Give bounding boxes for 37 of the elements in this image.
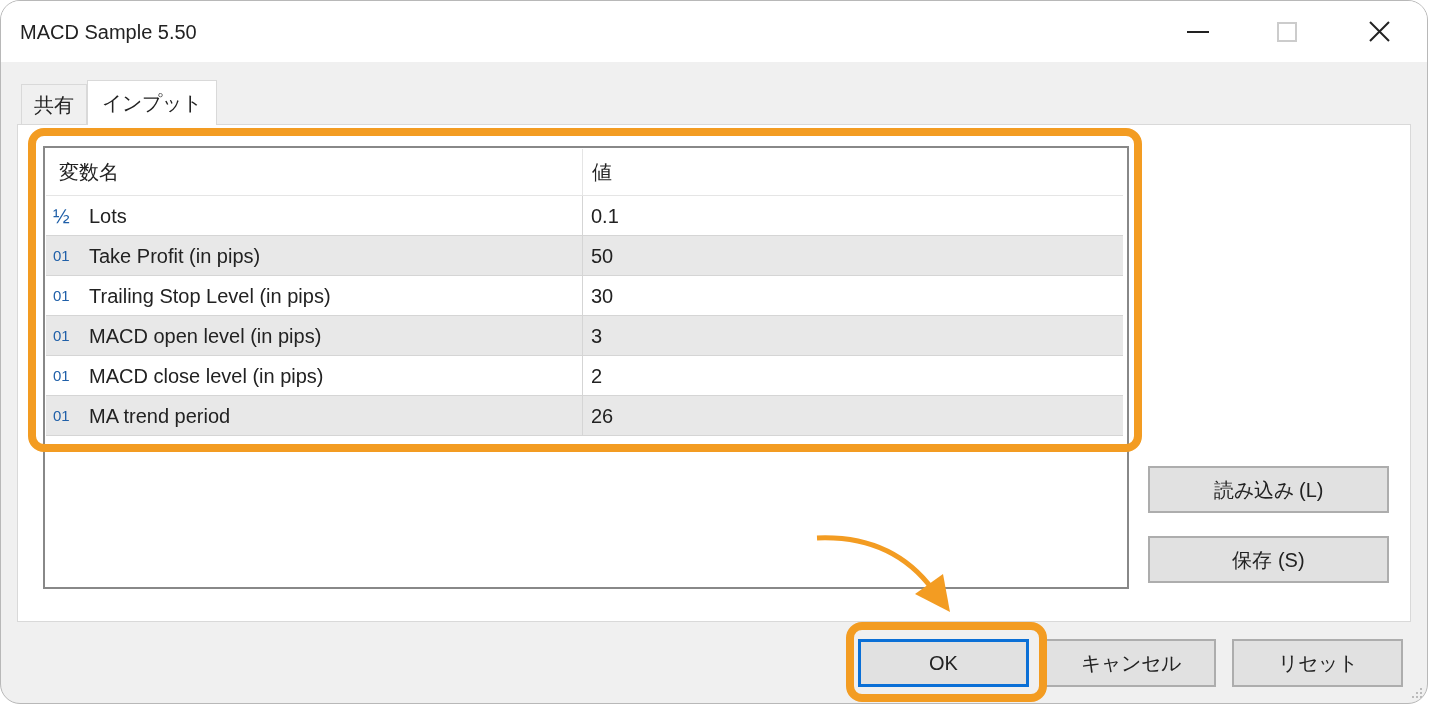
table-cell-text: 30 — [591, 283, 614, 309]
dialog-button[interactable]: リセット — [1232, 639, 1403, 687]
parameter-row[interactable]: 01 MACD open level (in pips) 3 — [46, 316, 1123, 356]
column-header[interactable]: 変数名 — [59, 157, 119, 187]
table-cell-text: Take Profit (in pips) — [89, 243, 261, 269]
minimize-icon[interactable] — [1187, 30, 1209, 33]
parameter-row[interactable]: ½ Lots 0.1 — [46, 196, 1123, 236]
parameter-row[interactable]: 01 Trailing Stop Level (in pips) 30 — [46, 276, 1123, 316]
side-button[interactable]: 読み込み (L) — [1148, 466, 1389, 513]
type-label: 01 — [53, 328, 71, 343]
table-cell-text: 2 — [591, 363, 603, 389]
table-cell-text: MACD open level (in pips) — [89, 323, 322, 349]
resize-grip-icon[interactable] — [1410, 686, 1424, 700]
table-cell-text: 3 — [591, 323, 603, 349]
column-header[interactable]: 値 — [592, 157, 612, 187]
type-label: 01 — [53, 248, 71, 263]
table-cell-text: Lots — [89, 203, 127, 229]
type-label: 01 — [53, 408, 71, 423]
parameter-row[interactable]: 01 MA trend period 26 — [46, 396, 1123, 436]
table-cell-text: 50 — [591, 243, 614, 269]
window-title: MACD Sample 5.50 — [20, 19, 197, 45]
type-label: 01 — [53, 288, 71, 303]
type-label: ½ — [53, 205, 71, 226]
dialog-button[interactable]: キャンセル — [1045, 639, 1216, 687]
type-label: 01 — [53, 368, 71, 383]
dialog-button[interactable]: OK — [858, 639, 1029, 687]
table-cell-text: MA trend period — [89, 403, 231, 429]
tab[interactable]: インプット — [87, 80, 217, 125]
table-cell-text: 26 — [591, 403, 614, 429]
parameter-row[interactable]: 01 Take Profit (in pips) 50 — [46, 236, 1123, 276]
table-cell-text: MACD close level (in pips) — [89, 363, 324, 389]
side-button[interactable]: 保存 (S) — [1148, 536, 1389, 583]
close-icon[interactable] — [1369, 21, 1390, 42]
parameter-row[interactable]: 01 MACD close level (in pips) 2 — [46, 356, 1123, 396]
tab[interactable]: 共有 — [21, 84, 87, 124]
table-cell-text: 0.1 — [591, 203, 619, 229]
table-cell-text: Trailing Stop Level (in pips) — [89, 283, 331, 309]
